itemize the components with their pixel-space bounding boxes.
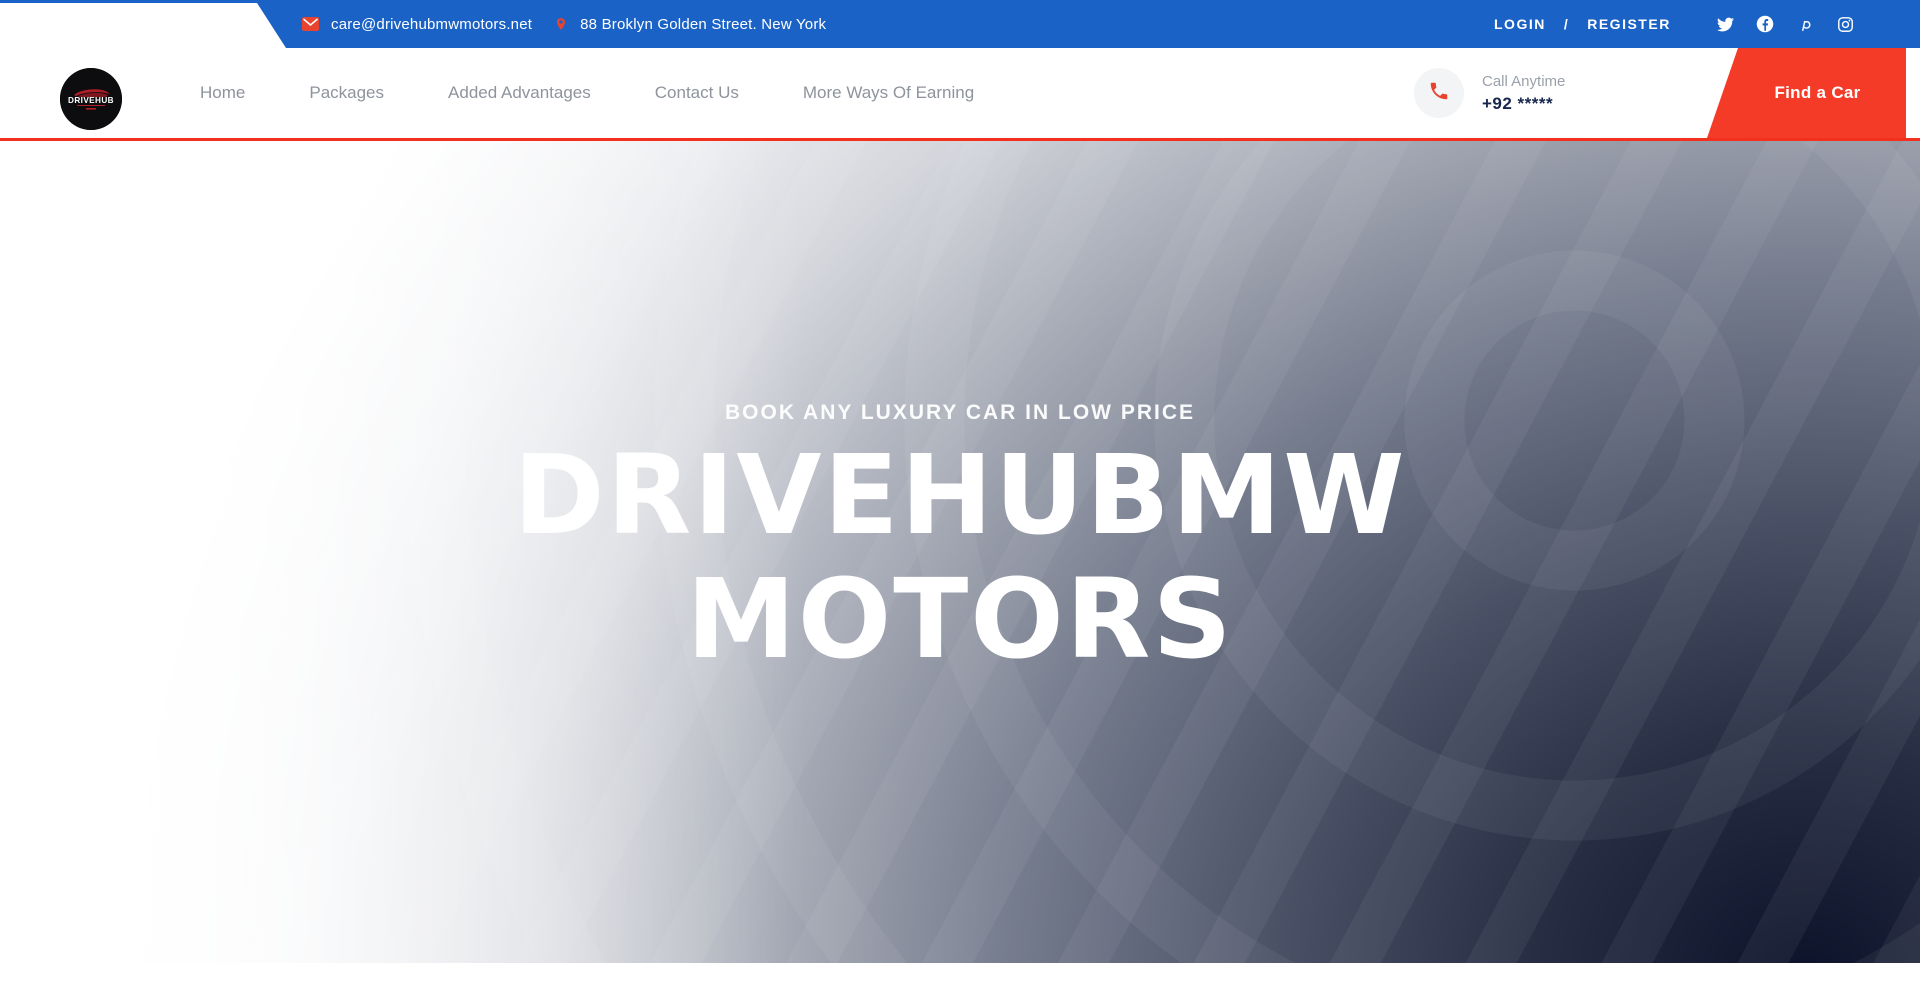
- topbar-contact-group: care@drivehubmwmotors.net 88 Broklyn Gol…: [302, 0, 826, 48]
- menu-item-contact-us[interactable]: Contact Us: [655, 83, 739, 103]
- hero-title-line1: DRIVEHUBMW: [0, 433, 1920, 557]
- main-menu: Home Packages Added Advantages Contact U…: [200, 48, 974, 138]
- bottom-white-strip: [0, 963, 1920, 993]
- menu-item-added-advantages[interactable]: Added Advantages: [448, 83, 591, 103]
- facebook-icon[interactable]: [1756, 15, 1774, 33]
- twitter-icon[interactable]: [1716, 15, 1734, 33]
- call-text-block: Call Anytime +92 *****: [1482, 73, 1565, 114]
- login-register-divider: /: [1564, 16, 1569, 32]
- phone-icon: [1428, 80, 1450, 107]
- login-link[interactable]: LOGIN: [1494, 16, 1546, 32]
- navbar: DRIVEHUB Home Packages Added Advantages …: [0, 48, 1920, 141]
- address-text: 88 Broklyn Golden Street. New York: [580, 16, 826, 33]
- phone-number[interactable]: +92 *****: [1482, 94, 1565, 114]
- svg-text:DRIVEHUB: DRIVEHUB: [68, 96, 114, 105]
- topbar: care@drivehubmwmotors.net 88 Broklyn Gol…: [0, 0, 1920, 48]
- email-text: care@drivehubmwmotors.net: [331, 16, 532, 33]
- register-link[interactable]: REGISTER: [1587, 16, 1671, 32]
- hero-content: BOOK ANY LUXURY CAR IN LOW PRICE DRIVEHU…: [0, 401, 1920, 681]
- email-link[interactable]: care@drivehubmwmotors.net: [302, 16, 532, 33]
- social-group: [1716, 0, 1854, 48]
- menu-item-more-ways-of-earning[interactable]: More Ways Of Earning: [803, 83, 974, 103]
- find-a-car-button[interactable]: Find a Car: [1707, 48, 1906, 138]
- hero-kicker: BOOK ANY LUXURY CAR IN LOW PRICE: [0, 401, 1920, 425]
- pinterest-icon[interactable]: [1796, 15, 1814, 33]
- hero-section: BOOK ANY LUXURY CAR IN LOW PRICE DRIVEHU…: [0, 141, 1920, 963]
- hero-title: DRIVEHUBMW MOTORS: [0, 433, 1920, 681]
- topbar-white-notch: [0, 3, 286, 48]
- hero-title-line2: MOTORS: [0, 557, 1920, 681]
- logo[interactable]: DRIVEHUB: [60, 68, 122, 130]
- page: care@drivehubmwmotors.net 88 Broklyn Gol…: [0, 0, 1920, 993]
- call-anytime-label: Call Anytime: [1482, 73, 1565, 90]
- find-a-car-label: Find a Car: [1752, 83, 1860, 103]
- account-group: LOGIN / REGISTER: [1494, 0, 1671, 48]
- address-item[interactable]: 88 Broklyn Golden Street. New York: [554, 15, 826, 33]
- phone-icon-circle: [1414, 68, 1464, 118]
- email-icon: [302, 17, 319, 31]
- menu-item-packages[interactable]: Packages: [309, 83, 384, 103]
- menu-item-home[interactable]: Home: [200, 83, 245, 103]
- instagram-icon[interactable]: [1836, 15, 1854, 33]
- location-pin-icon: [554, 15, 568, 33]
- call-anytime-group: Call Anytime +92 *****: [1414, 48, 1565, 138]
